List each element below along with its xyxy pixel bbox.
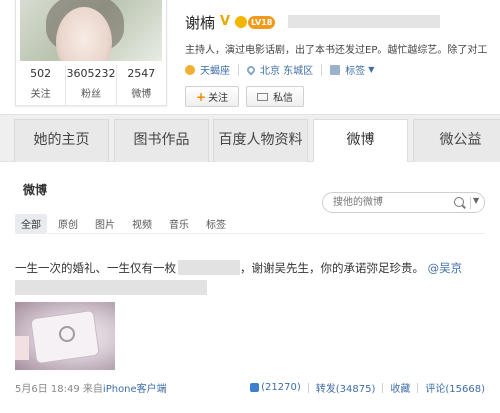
- profile-name: 谢楠: [185, 13, 216, 32]
- weibo-section-title: 微博: [23, 183, 48, 197]
- level-badge[interactable]: LV18: [248, 15, 276, 29]
- filter-music[interactable]: 音乐: [163, 214, 195, 233]
- message-button[interactable]: 私信: [246, 86, 305, 107]
- message-button-label: 私信: [273, 93, 294, 104]
- tab-charity[interactable]: 微公益: [413, 119, 500, 163]
- redacted-region: [15, 280, 207, 295]
- profile-tags[interactable]: 标签: [345, 62, 365, 77]
- vip-badge-icon[interactable]: [235, 16, 248, 28]
- avatar[interactable]: [20, 0, 162, 61]
- redacted-region: [288, 15, 440, 28]
- profile-meta: 天蝎座 北京 东城区 标签 ▼: [185, 62, 374, 77]
- location-icon: [245, 63, 257, 76]
- profile-name-row: 谢楠 V LV18: [185, 12, 276, 32]
- filter-all[interactable]: 全部: [15, 214, 47, 233]
- filter-videos[interactable]: 视频: [126, 214, 158, 233]
- post-mention-link[interactable]: @吴京: [428, 261, 463, 275]
- verified-icon[interactable]: V: [220, 15, 234, 29]
- search-input[interactable]: [333, 195, 443, 210]
- profile-intro: 主持人，演过电影话剧，出了本书还发过EP。越忙越综艺。除了对工: [185, 45, 488, 56]
- stat-followers-label: 粉丝: [80, 89, 101, 100]
- profile-location[interactable]: 北京 东城区: [260, 62, 313, 77]
- favorite-link[interactable]: 收藏: [390, 380, 410, 395]
- tab-baidu-profile[interactable]: 百度人物资料: [213, 119, 308, 163]
- profile-tabs: 她的主页 图书作品 百度人物资料 微博 微公益: [0, 114, 500, 164]
- stat-following-value: 502: [30, 67, 52, 80]
- weibo-filters: 全部 原创 图片 视频 音乐 标签: [15, 214, 485, 234]
- chevron-down-icon[interactable]: ▼: [473, 196, 479, 205]
- stat-weibo[interactable]: 2547 微博: [117, 65, 166, 105]
- weibo-search[interactable]: ▼: [322, 192, 485, 213]
- like-count[interactable]: (21270): [261, 382, 301, 393]
- post-text-part1: 一生一次的婚礼、一生仅有一枚: [15, 261, 176, 275]
- tab-home[interactable]: 她的主页: [14, 119, 109, 163]
- profile-stats: 502 关注 3605232 粉丝 2547 微博: [16, 65, 166, 105]
- stat-followers[interactable]: 3605232 粉丝: [66, 65, 117, 105]
- redacted-region: [178, 260, 240, 275]
- avatar-card: 502 关注 3605232 粉丝 2547 微博: [15, 0, 167, 106]
- profile-actions: + 关注 私信: [185, 86, 305, 107]
- envelope-icon: [257, 92, 269, 101]
- thumbs-up-icon[interactable]: [250, 383, 260, 392]
- stat-following[interactable]: 502 关注: [16, 65, 67, 105]
- plus-icon: +: [196, 89, 207, 104]
- filter-original[interactable]: 原创: [52, 214, 84, 233]
- post-footer: 5月6日 18:49 来自iPhone客户端 (21270) 转发(34875)…: [15, 378, 485, 395]
- repost-link[interactable]: 转发(34875): [316, 380, 376, 395]
- zodiac-icon: [185, 64, 195, 75]
- post-source-client[interactable]: iPhone客户端: [103, 384, 167, 395]
- profile-header: 502 关注 3605232 粉丝 2547 微博 谢楠 V LV18 主持人，…: [0, 0, 500, 112]
- chevron-down-icon[interactable]: ▼: [368, 65, 374, 74]
- follow-button-label: 关注: [208, 93, 229, 104]
- profile-zodiac[interactable]: 天蝎座: [200, 62, 230, 77]
- stat-weibo-label: 微博: [131, 89, 152, 100]
- tab-books[interactable]: 图书作品: [114, 119, 209, 163]
- post-source-prefix: 来自: [82, 384, 103, 395]
- stat-following-label: 关注: [30, 89, 51, 100]
- post-time[interactable]: 5月6日 18:49: [15, 384, 80, 395]
- search-icon[interactable]: [454, 197, 464, 207]
- stat-weibo-value: 2547: [127, 67, 156, 80]
- stat-followers-value: 3605232: [66, 67, 116, 80]
- weibo-panel: 微博 ▼ 全部 原创 图片 视频 音乐 标签 一生一次的婚礼、一生仅有一枚 ，谢谢…: [0, 162, 500, 413]
- tab-weibo[interactable]: 微博: [313, 119, 408, 164]
- post-text-part2: ，谢谢吴先生，你的承诺弥足珍贵。: [240, 261, 424, 275]
- post-text: 一生一次的婚礼、一生仅有一枚 ，谢谢吴先生，你的承诺弥足珍贵。 @吴京: [15, 260, 495, 276]
- filter-tags[interactable]: 标签: [200, 214, 232, 233]
- comment-link[interactable]: 评论(15668): [425, 380, 485, 395]
- post-image[interactable]: [15, 302, 115, 370]
- filter-images[interactable]: 图片: [89, 214, 121, 233]
- ring-graphic: [59, 326, 75, 342]
- follow-button[interactable]: + 关注: [185, 86, 240, 107]
- tag-icon: [330, 64, 341, 75]
